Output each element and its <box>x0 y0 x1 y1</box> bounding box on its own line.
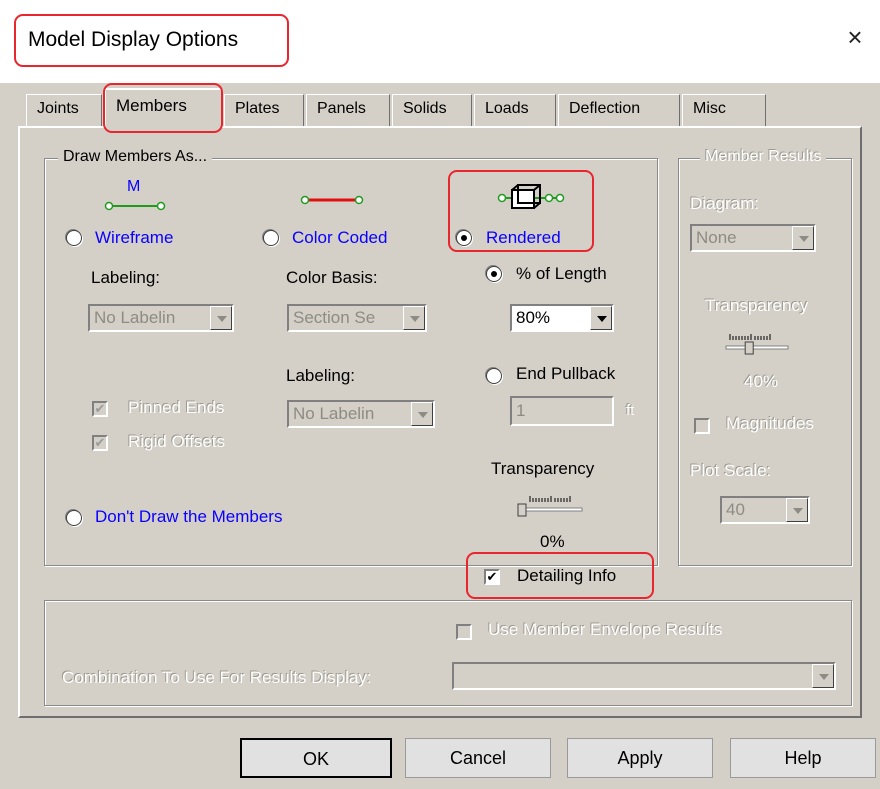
cancel-button[interactable]: Cancel <box>405 738 551 778</box>
chevron-down-icon[interactable] <box>411 402 433 426</box>
detailing-info-label[interactable]: Detailing Info <box>517 566 616 586</box>
color-coded-label[interactable]: Color Coded <box>292 228 387 248</box>
help-button[interactable]: Help <box>730 738 876 778</box>
diagram-label: Diagram: <box>690 194 759 213</box>
use-envelope-checkbox[interactable] <box>456 624 472 640</box>
tab-deflection[interactable]: Deflection <box>558 94 680 126</box>
transparency-value: 0% <box>540 532 565 551</box>
plot-scale-select[interactable]: 40 <box>720 496 810 524</box>
transparency-label: Transparency <box>491 459 595 478</box>
color-labeling-label: Labeling: <box>286 366 356 385</box>
wireframe-icon-letter: M <box>127 178 141 195</box>
color-basis-select[interactable]: Section Se <box>287 304 427 332</box>
color-basis-value: Section Se <box>293 308 376 327</box>
pinned-ends-label: Pinned Ends <box>128 398 225 417</box>
tab-panels[interactable]: Panels <box>306 94 390 126</box>
combination-label: Combination To Use For Results Display: <box>62 668 372 687</box>
dont-draw-radio[interactable] <box>66 510 82 526</box>
plot-scale-value: 40 <box>726 500 745 519</box>
plot-scale-label: Plot Scale: <box>690 461 772 480</box>
rigid-offsets-label: Rigid Offsets <box>128 432 226 451</box>
diagram-select[interactable]: None <box>690 224 816 252</box>
chevron-down-icon[interactable] <box>786 498 808 522</box>
pct-length-value: 80% <box>516 308 551 327</box>
combination-select[interactable] <box>452 662 836 690</box>
wireframe-label[interactable]: Wireframe <box>95 228 173 248</box>
chevron-down-icon[interactable] <box>792 226 814 250</box>
results-transparency-label: Transparency <box>705 296 809 315</box>
members-tab-highlight <box>103 83 223 133</box>
title-highlight <box>14 14 289 67</box>
diagram-value: None <box>696 228 737 247</box>
transparency-slider[interactable] <box>514 492 588 520</box>
color-coded-radio[interactable] <box>263 230 279 246</box>
tab-misc[interactable]: Misc <box>682 94 766 126</box>
pct-length-radio[interactable] <box>486 266 502 282</box>
color-basis-label: Color Basis: <box>286 268 378 287</box>
tab-joints[interactable]: Joints <box>26 94 102 126</box>
ok-button[interactable]: OK <box>240 738 392 778</box>
dont-draw-label[interactable]: Don't Draw the Members <box>95 507 282 527</box>
chevron-down-icon[interactable] <box>590 306 612 330</box>
wireframe-labeling-label: Labeling: <box>91 268 161 287</box>
magnitudes-checkbox[interactable] <box>694 418 710 434</box>
wireframe-radio[interactable] <box>66 230 82 246</box>
rendered-label[interactable]: Rendered <box>486 228 561 248</box>
tab-solids[interactable]: Solids <box>392 94 472 126</box>
end-pullback-radio[interactable] <box>486 368 502 384</box>
use-envelope-label: Use Member Envelope Results <box>488 620 723 639</box>
draw-members-legend: Draw Members As... <box>58 148 213 166</box>
results-transparency-value: 40% <box>744 372 779 391</box>
wireframe-labeling-value: No Labelin <box>94 308 176 327</box>
color-labeling-value: No Labelin <box>293 404 375 423</box>
pinned-ends-checkbox[interactable]: ✔ <box>92 401 108 417</box>
rigid-offsets-checkbox[interactable]: ✔ <box>92 435 108 451</box>
close-icon[interactable]: × <box>840 22 870 52</box>
end-pullback-input[interactable]: 1 <box>510 396 614 426</box>
chevron-down-icon[interactable] <box>403 306 425 330</box>
tab-plates[interactable]: Plates <box>224 94 304 126</box>
detailing-info-checkbox[interactable]: ✔ <box>484 569 500 585</box>
rendered-radio[interactable] <box>456 230 472 246</box>
end-pullback-unit: ft <box>626 402 635 419</box>
end-pullback-label[interactable]: End Pullback <box>516 364 615 384</box>
chevron-down-icon[interactable] <box>812 664 834 688</box>
tab-loads[interactable]: Loads <box>474 94 556 126</box>
chevron-down-icon[interactable] <box>210 306 232 330</box>
pct-length-label[interactable]: % of Length <box>516 264 607 284</box>
color-labeling-select[interactable]: No Labelin <box>287 400 435 428</box>
results-transparency-slider[interactable] <box>722 330 796 358</box>
magnitudes-label: Magnitudes <box>726 414 814 433</box>
pct-length-select[interactable]: 80% <box>510 304 614 332</box>
member-results-legend: Member Results <box>700 148 827 166</box>
wireframe-labeling-select[interactable]: No Labelin <box>88 304 234 332</box>
color-coded-icon <box>300 195 364 205</box>
apply-button[interactable]: Apply <box>567 738 713 778</box>
envelope-group <box>44 600 852 706</box>
